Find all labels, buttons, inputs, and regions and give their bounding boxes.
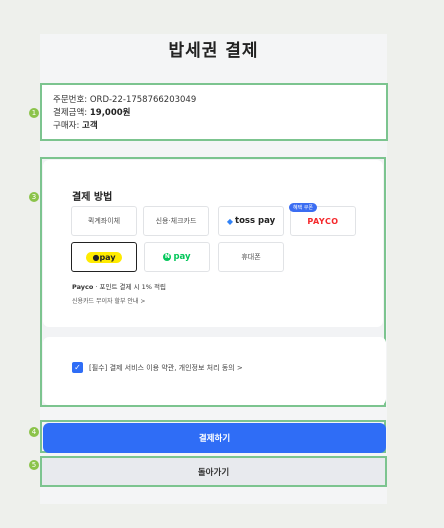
method-naverpay-text: Npay xyxy=(163,252,191,262)
pay-button-frame: 결제하기 xyxy=(40,420,386,453)
order-buyer: 구매자: 고객 xyxy=(53,119,98,131)
payment-heading: 결제 방법 xyxy=(72,192,113,203)
method-kakaopay-pill: ●pay xyxy=(86,251,122,263)
marker-order: 1 xyxy=(29,108,39,118)
page-title: 밥세권 결제 xyxy=(168,41,259,61)
order-amount: 결제금액: 19,000원 xyxy=(53,106,130,118)
method-tosspay[interactable]: ◆ toss pay xyxy=(218,206,284,236)
order-number: 주문번호: ORD-22-1758766203049 xyxy=(53,95,197,105)
payco-info: Payco · 포인트 결제 시 1% 적립 xyxy=(72,281,166,291)
payco-info-brand: Payco xyxy=(72,283,94,291)
agreement-text[interactable]: [필수] 결제 서비스 이용 약관, 개인정보 처리 동의 > xyxy=(89,363,243,373)
method-naverpay[interactable]: Npay xyxy=(144,242,210,272)
method-mobile-label: 휴대폰 xyxy=(241,253,261,261)
order-buyer-label: 구매자: xyxy=(53,121,80,131)
method-card-label: 신용·체크카드 xyxy=(155,217,197,225)
agreement-card: ✓ [필수] 결제 서비스 이용 약관, 개인정보 처리 동의 > xyxy=(43,337,386,405)
method-quick-transfer[interactable]: 퀵계좌이체 xyxy=(71,206,137,236)
order-buyer-value: 고객 xyxy=(82,121,98,131)
pay-button[interactable]: 결제하기 xyxy=(43,423,386,453)
marker-pay-button: 4 xyxy=(29,427,39,437)
method-card[interactable]: 신용·체크카드 xyxy=(143,206,209,236)
back-button[interactable]: 돌아가기 xyxy=(42,458,385,485)
order-amount-value: 19,000원 xyxy=(89,108,131,118)
method-kakaopay-label: pay xyxy=(99,252,116,262)
toss-icon: ◆ xyxy=(226,216,234,226)
naver-n-icon: N xyxy=(163,253,172,261)
method-mobile[interactable]: 휴대폰 xyxy=(218,242,284,272)
order-amount-label: 결제금액: xyxy=(53,108,88,118)
marker-payment: 3 xyxy=(29,192,39,202)
agreement-checkbox[interactable]: ✓ xyxy=(72,362,83,373)
method-kakaopay[interactable]: ●pay xyxy=(71,242,137,272)
method-quick-transfer-label: 퀵계좌이체 xyxy=(87,217,121,225)
marker-back-button: 5 xyxy=(29,460,39,470)
method-naverpay-label: pay xyxy=(173,252,191,262)
method-payco-label: PAYCO xyxy=(307,216,339,226)
benefit-badge: 혜택 쿠폰 xyxy=(289,203,317,212)
order-info-box: 주문번호: ORD-22-1758766203049 결제금액: 19,000원… xyxy=(40,83,388,141)
payment-section: 결제 방법 퀵계좌이체 신용·체크카드 ◆ toss pay PAYCO 혜택 … xyxy=(40,157,386,407)
card-installment-notice-link[interactable]: 신용카드 무이자 할부 안내 > xyxy=(72,296,145,305)
check-icon: ✓ xyxy=(74,363,81,372)
back-button-frame: 돌아가기 xyxy=(40,456,387,487)
method-tosspay-label: toss pay xyxy=(235,216,276,226)
stage: 밥세권 결제 주문번호: ORD-22-1758766203049 결제금액: … xyxy=(0,0,444,528)
payco-info-text: · 포인트 결제 시 1% 적립 xyxy=(95,283,166,291)
payment-method-card: 결제 방법 퀵계좌이체 신용·체크카드 ◆ toss pay PAYCO 혜택 … xyxy=(43,160,383,327)
